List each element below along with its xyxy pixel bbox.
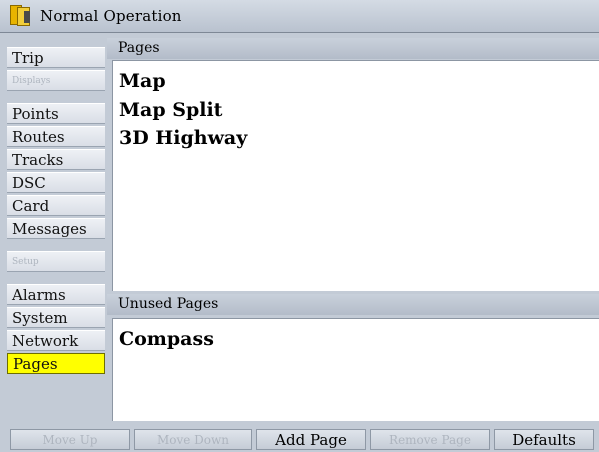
move-up-button[interactable]: Move Up <box>10 429 130 450</box>
sidebar-item-setup: Setup <box>7 251 105 272</box>
sidebar-item-points[interactable]: Points <box>7 103 105 124</box>
sidebar-item-trip[interactable]: Trip <box>7 47 105 68</box>
sidebar-item-routes[interactable]: Routes <box>7 126 105 147</box>
title-bar: Normal Operation <box>0 0 599 33</box>
unused-pages-header: Unused Pages <box>107 294 599 315</box>
sidebar-item-system[interactable]: System <box>7 307 105 328</box>
defaults-button[interactable]: Defaults <box>494 429 594 450</box>
window-title: Normal Operation <box>40 7 182 25</box>
sidebar-item-tracks[interactable]: Tracks <box>7 149 105 170</box>
sidebar-item-card[interactable]: Card <box>7 195 105 216</box>
unused-pages-list: Compass <box>112 318 599 421</box>
remove-page-button[interactable]: Remove Page <box>370 429 490 450</box>
unused-item-compass[interactable]: Compass <box>119 328 214 350</box>
pages-header: Pages <box>107 38 599 59</box>
pages-list: Map Map Split 3D Highway <box>112 60 599 291</box>
page-item-map-split[interactable]: Map Split <box>119 99 222 121</box>
move-down-button[interactable]: Move Down <box>134 429 252 450</box>
add-page-button[interactable]: Add Page <box>256 429 366 450</box>
app-window: Normal Operation Trip Displays Points Ro… <box>0 0 599 452</box>
page-item-3d-highway[interactable]: 3D Highway <box>119 127 247 149</box>
button-bar: Move Up Move Down Add Page Remove Page D… <box>0 427 599 452</box>
sidebar-item-dsc[interactable]: DSC <box>7 172 105 193</box>
sidebar-item-network[interactable]: Network <box>7 330 105 351</box>
page-item-map[interactable]: Map <box>119 70 166 92</box>
sidebar: Trip Displays Points Routes Tracks DSC C… <box>0 33 107 427</box>
sidebar-item-pages[interactable]: Pages <box>7 353 105 374</box>
sidebar-item-alarms[interactable]: Alarms <box>7 284 105 305</box>
sidebar-item-displays: Displays <box>7 70 105 91</box>
sidebar-item-messages[interactable]: Messages <box>7 218 105 239</box>
book-icon <box>10 5 36 27</box>
